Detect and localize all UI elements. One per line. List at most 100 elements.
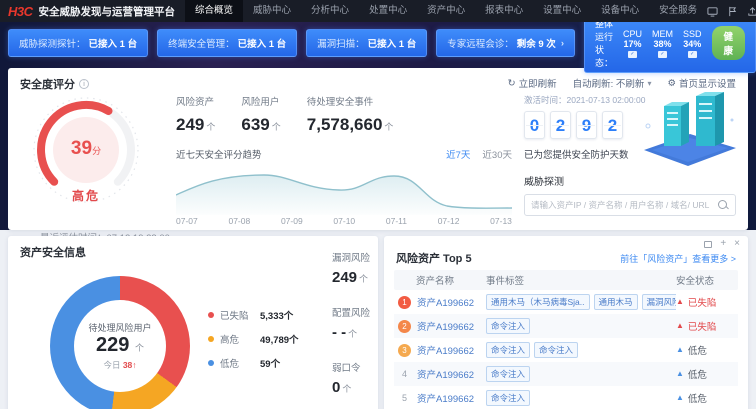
rank-badge: 4 (398, 368, 411, 381)
risk-stat: 风险资产 249个 (176, 94, 215, 135)
flip-digit: 9 (576, 111, 597, 139)
asset-link[interactable]: 资产A199662 (417, 295, 474, 309)
table-row[interactable]: 5资产A199662命令注入▲低危 (394, 386, 738, 409)
expand-icon[interactable] (704, 241, 712, 248)
refresh-icon: ↻ (508, 78, 516, 89)
threat-search-input[interactable] (525, 200, 717, 210)
nav-item[interactable]: 处置中心 (359, 0, 417, 22)
nav-item[interactable]: 报表中心 (475, 0, 533, 22)
nav-item[interactable]: 设置中心 (533, 0, 591, 22)
side-stat: 弱口令0个 (332, 360, 370, 396)
asset-link[interactable]: 资产A199662 (417, 391, 474, 405)
column-header: 安全状态 (676, 273, 738, 287)
security-score-gauge: 39分 高危 最近评估时间：07.12 19:23:00 (30, 94, 142, 224)
risk-stat: 待处理安全事件7,578,660个 (307, 94, 394, 135)
status-cell: ▲低危 (676, 391, 738, 405)
flip-digit: 2 (550, 111, 571, 139)
probe-status-button[interactable]: 漏洞扫描：已接入 1 台 (306, 29, 427, 57)
view-more-link[interactable]: 前往「风险资产」查看更多 > (620, 252, 736, 265)
refresh-now-button[interactable]: ↻立即刷新 (508, 76, 557, 90)
nav-item[interactable]: 设备中心 (591, 0, 649, 22)
rank-badge: 3 (398, 344, 411, 357)
stat-unit: 个 (272, 122, 281, 132)
side-stat-unit: 个 (342, 384, 351, 394)
score-value: 39 (71, 138, 92, 159)
metric-value: CPU 17% (623, 29, 642, 49)
donut-center-label: 待处理风险用户 (88, 321, 151, 334)
probe-status-button[interactable]: 终端安全管理：已接入 1 台 (157, 29, 297, 57)
auto-refresh-select[interactable]: 自动刷新: 不刷新▾ (573, 76, 652, 90)
rank-badge: 5 (398, 392, 411, 405)
upload-icon[interactable] (747, 6, 756, 17)
x-tick-label: 07-10 (333, 216, 355, 226)
today-increase: 38↑ (123, 360, 137, 370)
nav-item[interactable]: 综合概览 (185, 0, 243, 22)
trend-range-tabs: 近7天近30天 (446, 147, 512, 161)
status-label: 整体运行状态： (595, 17, 613, 69)
info-icon[interactable]: i (79, 79, 89, 89)
asset-link[interactable]: 资产A199662 (417, 343, 474, 357)
nav-item[interactable]: 威胁中心 (243, 0, 301, 22)
table-row[interactable]: 1资产A199662通用木马（木马病毒Sja..通用木马漏洞风险更多 (3)▲已… (394, 290, 738, 314)
stat-value: 7,578,660个 (307, 115, 394, 135)
event-tags-cell: 通用木马（木马病毒Sja..通用木马漏洞风险更多 (3) (486, 294, 676, 310)
nav-item[interactable]: 安全服务 (649, 0, 707, 22)
side-stat-label: 弱口令 (332, 360, 370, 374)
probe-status-button[interactable]: 专家远程会诊：剩余 9 次› (436, 29, 575, 57)
probe-value: 已接入 1 台 (238, 36, 287, 50)
probe-label: 漏洞扫描： (317, 36, 365, 50)
status-text: 低危 (688, 367, 707, 381)
table-row[interactable]: 2资产A199662命令注入▲已失陷 (394, 314, 738, 338)
chevron-right-icon: › (561, 38, 564, 49)
asset-cell: 3 资产A199662 (394, 343, 486, 357)
stat-label: 风险用户 (241, 94, 280, 108)
flip-digit: 2 (602, 111, 623, 139)
legend-value: 59个 (260, 356, 280, 370)
x-tick-label: 07-12 (438, 216, 460, 226)
table-row[interactable]: 3资产A199662命令注入命令注入▲低危 (394, 338, 738, 362)
metric-value: MEM 38% (652, 29, 673, 49)
server-illustration (636, 90, 740, 168)
event-tag: 命令注入 (486, 318, 530, 334)
cpu-icon: ✓ (628, 51, 637, 58)
chevron-down-icon: ▾ (647, 79, 651, 88)
event-tags-cell: 命令注入命令注入 (486, 342, 676, 358)
nav-menu: 综合概览威胁中心分析中心处置中心资产中心报表中心设置中心设备中心安全服务 (185, 0, 707, 22)
asset-link[interactable]: 资产A199662 (417, 319, 474, 333)
nav-item[interactable]: 分析中心 (301, 0, 359, 22)
status-text: 已失陷 (688, 295, 717, 309)
table-body: 1资产A199662通用木马（木马病毒Sja..通用木马漏洞风险更多 (3)▲已… (394, 290, 738, 409)
close-icon[interactable]: × (734, 239, 740, 249)
risk-stat: 风险用户639个 (241, 94, 280, 135)
probe-status-button[interactable]: 威胁探测探针：已接入 1 台 (8, 29, 148, 57)
top5-title: 风险资产 Top 5 (396, 250, 472, 266)
stat-label: 风险资产 (176, 94, 215, 108)
x-tick-label: 07-08 (228, 216, 250, 226)
trend-tab[interactable]: 近7天 (446, 147, 470, 161)
pending-risk-users-value: 229 (96, 334, 129, 356)
nav-item[interactable]: 资产中心 (417, 0, 475, 22)
screen-icon[interactable] (707, 6, 718, 17)
asset-link[interactable]: 资产A199662 (417, 367, 474, 381)
stat-value: 249个 (176, 115, 215, 135)
donut-legend: 已失陷5,333个高危49,789个低危59个 (208, 308, 299, 370)
health-badge[interactable]: 健康 (712, 26, 746, 60)
x-tick-label: 07-13 (490, 216, 512, 226)
arrow-up-icon: ↑ (132, 360, 136, 370)
status-text: 低危 (688, 391, 707, 405)
column-header: 资产名称 (394, 273, 486, 287)
event-tags-cell: 命令注入 (486, 366, 676, 382)
search-icon[interactable] (717, 199, 729, 211)
table-row[interactable]: 4资产A199662命令注入▲低危 (394, 362, 738, 386)
side-stat: 漏洞风险249个 (332, 250, 370, 286)
platform-title: 安全威胁发现与运营管理平台 (39, 4, 176, 19)
flag-icon[interactable] (727, 6, 738, 17)
side-stat-value: - -个 (332, 324, 370, 341)
event-tag: 命令注入 (486, 366, 530, 382)
trend-tab[interactable]: 近30天 (482, 147, 512, 161)
add-icon[interactable]: + (720, 239, 726, 249)
probe-label: 终端安全管理： (168, 36, 235, 50)
risk-stats-row: 风险资产 249个 风险用户639个待处理安全事件7,578,660个 (176, 94, 512, 135)
legend-name: 已失陷 (220, 308, 254, 322)
display-settings-button[interactable]: ⚙首页显示设置 (667, 76, 736, 90)
